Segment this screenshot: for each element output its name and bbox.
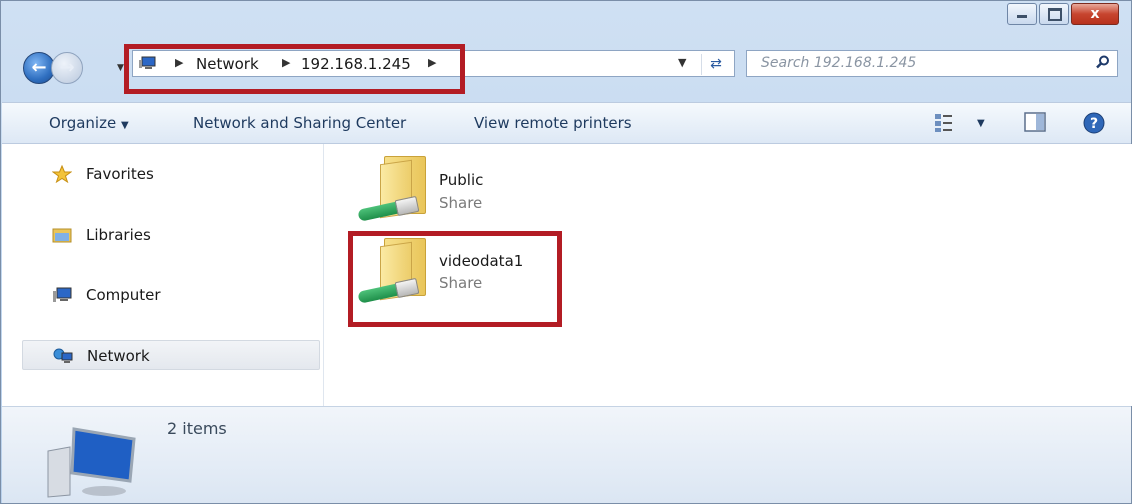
recent-pages-dropdown-icon[interactable]: ▼ <box>117 63 124 73</box>
organize-label: Organize <box>49 114 117 132</box>
search-box[interactable]: Search 192.168.1.245 <box>746 50 1118 77</box>
nav-item-computer[interactable]: Computer <box>22 280 320 310</box>
folder-name-public[interactable]: Public <box>439 171 483 189</box>
view-options-icon[interactable] <box>934 112 954 134</box>
computer-icon <box>53 287 72 302</box>
folder-type: Share <box>439 194 483 212</box>
search-icon[interactable] <box>1096 55 1110 69</box>
minimize-icon <box>1017 15 1027 18</box>
svg-text:?: ? <box>1090 116 1098 132</box>
forward-button[interactable]: → <box>51 52 83 84</box>
libraries-icon <box>52 228 72 243</box>
nav-item-network[interactable]: Network <box>22 340 320 370</box>
search-placeholder: Search 192.168.1.245 <box>761 55 917 71</box>
item-count: 2 items <box>167 419 227 438</box>
address-dropdown-icon[interactable]: ▼ <box>678 56 686 69</box>
view-remote-printers-button[interactable]: View remote printers <box>474 114 632 132</box>
window-controls: x <box>1005 3 1119 25</box>
nav-label: Network <box>87 347 150 365</box>
title-bar: x <box>1 1 1131 41</box>
network-computer-large-icon <box>47 427 136 498</box>
view-dropdown-icon[interactable]: ▼ <box>977 118 985 129</box>
nav-label: Favorites <box>86 165 154 183</box>
refresh-icon[interactable]: ⇄ <box>701 54 730 75</box>
maximize-button[interactable] <box>1039 3 1069 25</box>
close-icon: x <box>1090 6 1100 22</box>
details-pane: 2 items <box>2 406 1131 503</box>
maximize-icon <box>1048 8 1062 21</box>
close-button[interactable]: x <box>1071 3 1119 25</box>
star-icon <box>52 165 72 183</box>
address-highlight-box <box>124 44 465 94</box>
help-icon[interactable]: ? <box>1083 112 1105 134</box>
nav-item-favorites[interactable]: Favorites <box>22 159 320 189</box>
network-icon <box>53 348 73 363</box>
folder-highlight-box <box>348 231 562 327</box>
network-sharing-center-button[interactable]: Network and Sharing Center <box>193 114 406 132</box>
nav-label: Computer <box>86 286 161 304</box>
command-bar: Organize ▼ Network and Sharing Center Vi… <box>2 102 1131 144</box>
organize-button[interactable]: Organize ▼ <box>49 114 129 132</box>
chevron-down-icon: ▼ <box>120 120 129 131</box>
share-folder-icon[interactable] <box>354 154 434 226</box>
nav-label: Libraries <box>86 226 151 244</box>
back-arrow-icon: ← <box>31 57 47 78</box>
forward-arrow-icon: → <box>59 57 75 78</box>
preview-pane-icon[interactable] <box>1024 112 1046 132</box>
navigation-pane: Favorites Libraries Computer Network <box>2 144 324 406</box>
explorer-window: x ← → ▼ ▶ Network ▶ 192.168.1.245 ▶ ▼ ⇄ … <box>0 0 1132 504</box>
nav-item-libraries[interactable]: Libraries <box>22 220 320 250</box>
minimize-button[interactable] <box>1007 3 1037 25</box>
